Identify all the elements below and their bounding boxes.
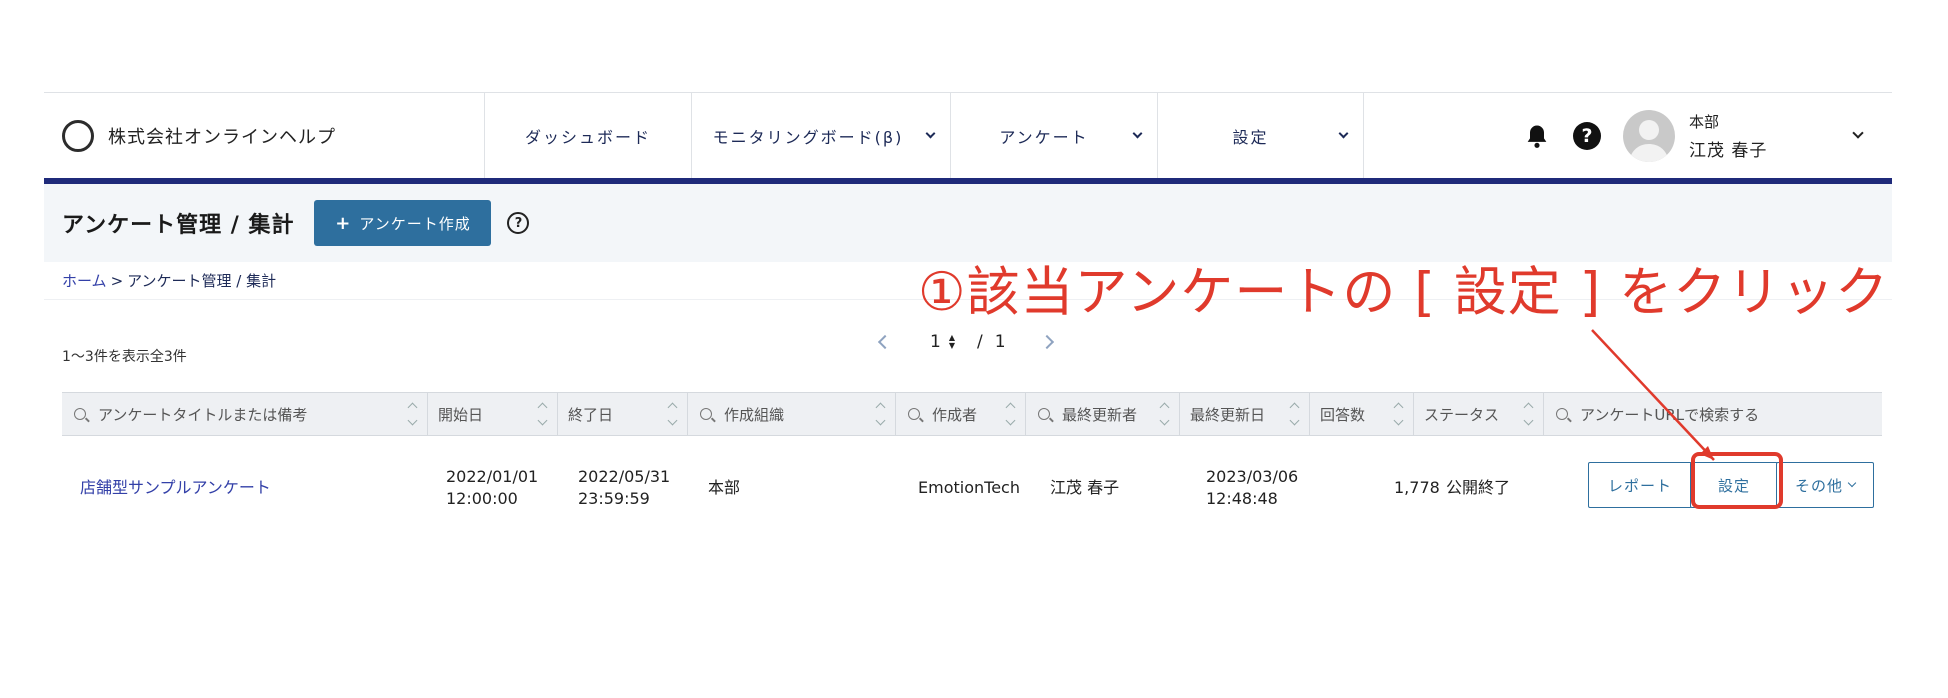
annotation-highlight bbox=[1691, 452, 1783, 509]
annotation-arrow-icon bbox=[1591, 329, 1715, 461]
